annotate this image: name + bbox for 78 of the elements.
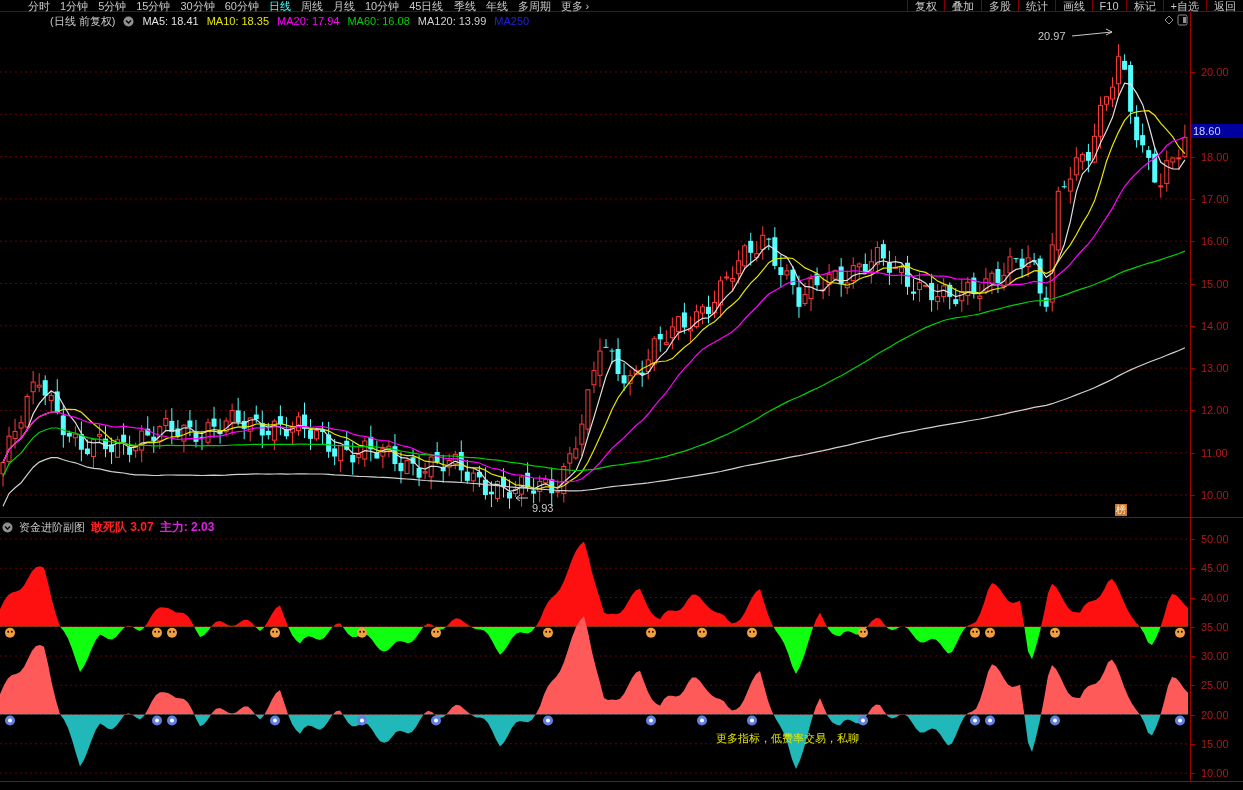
price-axis-label: 17.00 xyxy=(1201,192,1229,205)
period-tab[interactable]: 30分钟 xyxy=(178,0,217,12)
low-price-label: 9.93 xyxy=(532,502,554,514)
price-axis-label: 14.00 xyxy=(1201,319,1229,332)
toolbar-button[interactable]: F10 xyxy=(1091,0,1126,12)
diamond-icon xyxy=(1164,15,1174,25)
period-tab[interactable]: 60分钟 xyxy=(222,0,261,12)
indicator-value: 敢死队 3.07 xyxy=(91,520,154,534)
face-icon xyxy=(1050,627,1060,638)
toolbar-button[interactable]: 标记 xyxy=(1125,0,1163,12)
indicator-axis-label: 40.00 xyxy=(1201,591,1229,604)
face-icon xyxy=(543,627,553,638)
price-axis-label: 20.00 xyxy=(1201,66,1229,78)
indicator-axis-label: 50.00 xyxy=(1201,533,1229,545)
collapse-icon xyxy=(2,521,13,533)
period-tab[interactable]: 日线 xyxy=(267,0,293,12)
price-axis-label: 13.00 xyxy=(1201,362,1229,375)
period-tab[interactable]: 季线 xyxy=(451,0,478,12)
indicator-value: MA20: 17.94 xyxy=(277,14,340,28)
toolbar-button[interactable]: 统计 xyxy=(1017,0,1055,12)
indicator-title: 资金进阶副图 xyxy=(19,520,85,534)
period-tab[interactable]: 多周期 xyxy=(515,0,553,12)
toolbar-button[interactable]: 复权 xyxy=(906,0,944,12)
face-icon xyxy=(5,627,15,638)
toolbar-button[interactable]: +自选 xyxy=(1162,0,1206,12)
indicator-value: MA250 xyxy=(494,14,530,28)
face-icon xyxy=(1175,627,1185,638)
indicator-axis-label: 30.00 xyxy=(1201,650,1229,662)
indicator-axis-label: 10.00 xyxy=(1201,767,1229,779)
high-price-label: 20.97 xyxy=(1038,30,1066,42)
face-icon xyxy=(985,627,995,638)
arrow-icon xyxy=(515,494,529,502)
indicator-axis-label: 45.00 xyxy=(1201,562,1229,575)
indicator-axis-label: 35.00 xyxy=(1201,620,1229,633)
indicator-value: MA120: 13.99 xyxy=(417,14,487,28)
period-tab[interactable]: 周线 xyxy=(299,0,325,12)
period-tab[interactable]: 年线 xyxy=(483,0,510,12)
price-axis-label: 16.00 xyxy=(1201,235,1229,248)
face-icon xyxy=(858,627,868,638)
face-icon xyxy=(431,627,441,638)
period-tab[interactable]: 5分钟 xyxy=(96,0,129,12)
period-tab[interactable]: 分时 xyxy=(26,0,52,12)
price-axis-label: 15.00 xyxy=(1201,277,1229,290)
face-icon xyxy=(646,627,656,638)
indicator-axis-label: 25.00 xyxy=(1201,679,1229,692)
toolbar-button[interactable]: 多股 xyxy=(980,0,1018,12)
toolbar-button[interactable]: 返回 xyxy=(1206,0,1243,12)
price-axis-label: 18.00 xyxy=(1201,150,1229,163)
indicator-value: 主力: 2.03 xyxy=(159,520,215,534)
period-tab[interactable]: 月线 xyxy=(331,0,357,12)
period-tab[interactable]: 45日线 xyxy=(407,0,446,12)
indicator-axis-label: 20.00 xyxy=(1201,708,1229,721)
toolbar-button[interactable]: 画线 xyxy=(1054,0,1092,12)
face-icon xyxy=(697,627,707,638)
arrow-icon xyxy=(1071,28,1113,37)
indicator-value: MA5: 18.41 xyxy=(142,14,199,28)
face-icon xyxy=(970,627,980,638)
period-tab[interactable]: 15分钟 xyxy=(134,0,173,12)
indicator-axis-label: 15.00 xyxy=(1201,737,1229,750)
collapse-icon xyxy=(123,15,135,27)
current-price-tag: 18.60 xyxy=(1191,124,1243,139)
face-icon xyxy=(152,627,162,638)
chart-period-label: (日线 前复权) xyxy=(50,14,116,28)
face-icon xyxy=(357,627,367,638)
panel-icon xyxy=(1177,14,1188,26)
period-tab[interactable]: 10分钟 xyxy=(363,0,402,12)
face-icon xyxy=(167,627,177,638)
price-axis-label: 12.00 xyxy=(1201,404,1229,417)
price-axis-label: 11.00 xyxy=(1201,446,1228,459)
period-tab[interactable]: 更多 › xyxy=(558,0,592,12)
price-axis-label: 10.00 xyxy=(1201,489,1229,501)
face-icon xyxy=(270,627,280,638)
rank-badge: 榜 xyxy=(1115,504,1127,516)
indicator-value: MA60: 16.08 xyxy=(347,14,410,28)
face-icon xyxy=(747,627,757,638)
toolbar-button[interactable]: 叠加 xyxy=(943,0,981,12)
period-tab[interactable]: 1分钟 xyxy=(58,0,91,12)
indicator-value: MA10: 18.35 xyxy=(206,14,270,28)
